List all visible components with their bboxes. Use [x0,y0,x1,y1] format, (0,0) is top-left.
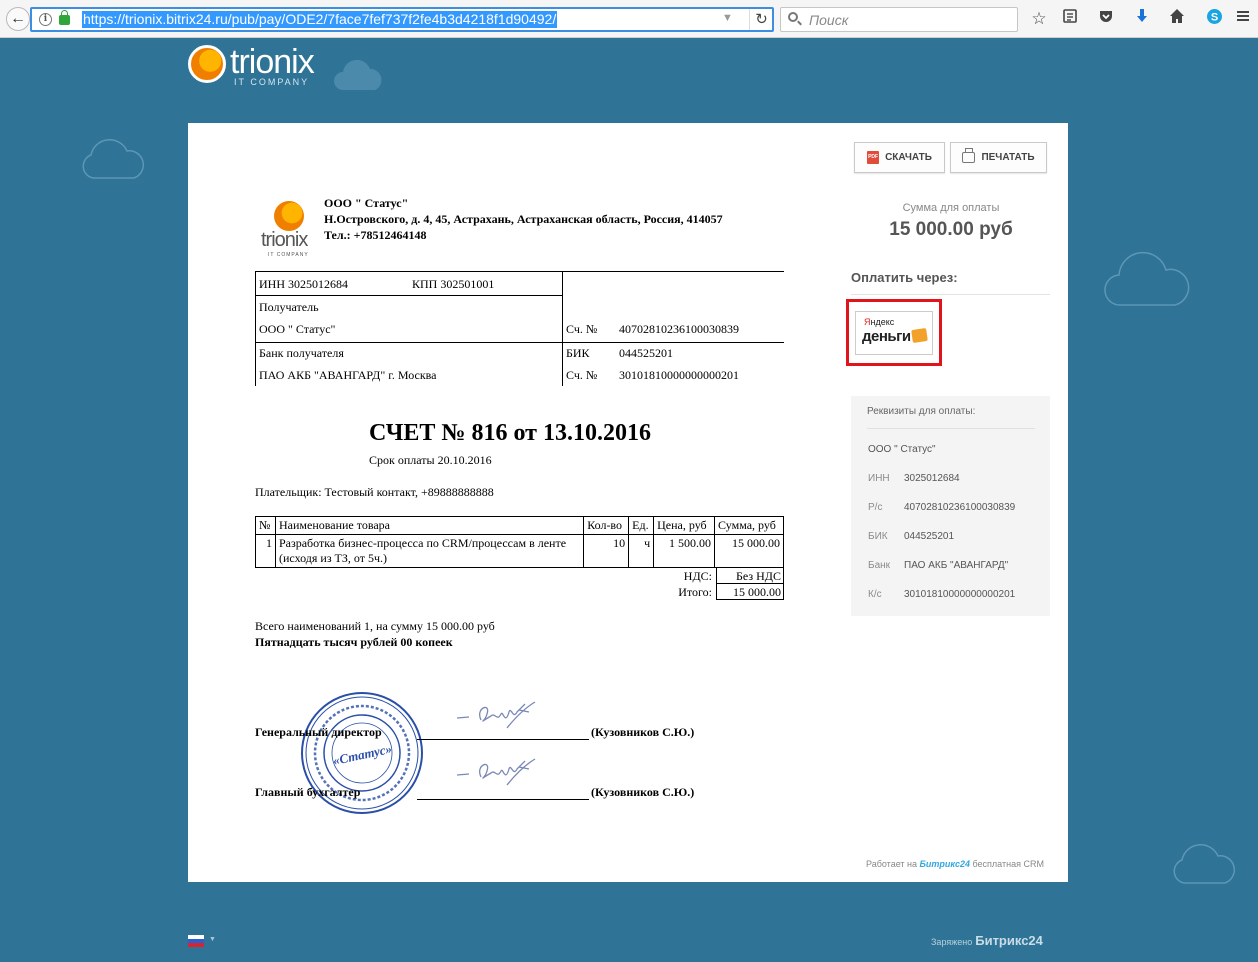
back-arrow-icon[interactable]: ← [6,7,30,31]
account-label: Сч. № [566,322,598,336]
home-icon[interactable] [1166,8,1188,30]
skype-icon[interactable]: S [1203,8,1225,30]
download-button-label: СКАЧАТЬ [885,152,932,163]
info-icon[interactable]: i [39,13,52,26]
download-button[interactable]: PDF СКАЧАТЬ [854,142,945,173]
inn: ИНН 3025012684 [259,277,348,291]
cloud-icon [82,139,145,179]
print-button-label: ПЕЧАТАТЬ [981,152,1035,163]
invoice-logo: trionix IT COMPANY [261,201,321,258]
table-row: 1 Разработка бизнес-процесса по CRM/проц… [255,534,784,568]
wallet-icon [911,328,928,343]
bik-label: БИК [566,346,590,360]
bookmark-star-icon[interactable]: ☆ [1028,8,1050,30]
accountant-name: (Кузовников С.Ю.) [591,785,695,799]
requisites-panel: Реквизиты для оплаты: ООО " Статус" ИНН 3… [851,396,1050,616]
search-bar[interactable]: Поиск [780,7,1018,32]
url-bar[interactable]: i https://trionix.bitrix24.ru/pub/pay/OD… [30,7,774,32]
logo-subtitle: IT COMPANY [234,77,310,87]
print-button[interactable]: ПЕЧАТАТЬ [950,142,1047,173]
powered-by: Работает на Битрикс24 бесплатная CRM [866,859,1044,869]
printer-icon [962,148,976,163]
recipient-label: Получатель [259,300,319,314]
yandex-logo-top: Яндекс [864,317,895,327]
bik: 044525201 [619,346,673,360]
vat-row: НДС: Без НДС [616,568,784,584]
bank-details-table: ИНН 3025012684 КПП 302501001 Получатель … [255,271,784,386]
lock-icon[interactable] [59,10,70,25]
company-info: ООО " Статус" Н.Островского, д. 4, 45, А… [324,195,723,243]
menu-icon[interactable] [1232,8,1254,30]
items-table: № Наименование товара Кол-во Ед. Цена, р… [255,516,784,568]
cloud-icon [1104,251,1190,306]
browser-toolbar: ← i https://trionix.bitrix24.ru/pub/pay/… [0,0,1258,38]
requisites-row: Р/с 40702810236100030839 [868,502,1016,513]
account: 40702810236100030839 [619,322,739,336]
total-row: Итого: 15 000.00 [616,584,784,600]
bitrix24-link[interactable]: Битрикс24 [920,859,970,869]
bank-label: Банк получателя [259,346,344,360]
trionix-logo-mark-icon [274,201,304,231]
payer: Плательщик: Тестовый контакт, +898888888… [255,485,494,499]
svg-text:S: S [1210,12,1217,24]
requisites-title: Реквизиты для оплаты: [867,406,976,417]
signature-line [417,799,589,800]
reload-icon[interactable]: ↻ [749,9,773,30]
divider [851,294,1050,295]
dropdown-arrow-icon[interactable]: ▼ [722,12,733,24]
cloud-icon [334,59,382,90]
invoice-sheet: PDF СКАЧАТЬ ПЕЧАТАТЬ Сумма для оплаты 15… [188,123,1068,882]
cloud-icon [1173,844,1236,884]
invoice-title: СЧЕТ № 816 от 13.10.2016 [369,420,651,446]
company-address: Н.Островского, д. 4, 45, Астрахань, Астр… [324,212,723,226]
requisites-row: ИНН 3025012684 [868,473,960,484]
signature-icon [456,758,536,786]
divider [867,428,1035,429]
company-name: ООО " Статус" [324,196,409,210]
signature-icon [456,701,536,729]
total-words: Пятнадцать тысяч рублей 00 копеек [255,635,453,649]
sum-value: 15 000.00 руб [889,219,1013,240]
due-date: Срок оплаты 20.10.2016 [369,453,492,467]
search-placeholder: Поиск [809,12,849,28]
search-icon [788,12,798,22]
company-phone: Тел.: +78512464148 [324,228,427,242]
director-name: (Кузовников С.Ю.) [591,725,695,739]
pay-via-label: Оплатить через: [851,270,958,285]
requisites-row: БИК 044525201 [868,531,955,542]
director-label: Генеральный директор [255,725,382,739]
total-count: Всего наименований 1, на сумму 15 000.00… [255,619,495,633]
signature-line [417,739,589,740]
yandex-money-button[interactable]: Яндекс деньги [846,299,942,366]
bank-name: ПАО АКБ "АВАНГАРД" г. Москва [259,368,437,382]
pdf-icon: PDF [867,151,880,164]
kpp: КПП 302501001 [412,277,495,291]
requisites-row: Банк ПАО АКБ "АВАНГАРД" [868,560,1009,571]
recipient: ООО " Статус" [259,322,336,336]
total-summary: Всего наименований 1, на сумму 15 000.00… [255,618,495,650]
requisites-row: К/с 30101810000000000201 [868,589,1016,600]
corr-label: Сч. № [566,368,598,382]
corr-account: 30101810000000000201 [619,368,739,382]
trionix-logo-mark-icon [188,45,226,83]
url-text[interactable]: https://trionix.bitrix24.ru/pub/pay/ODE2… [82,11,558,28]
charged-by: Заряжено Битрикс24 [931,933,1043,948]
stamp-center-text: «Статус» [332,741,394,768]
russia-flag-icon[interactable] [188,935,204,947]
sum-label: Сумма для оплаты [902,202,1000,214]
accountant-label: Главный бухгалтер [255,785,361,799]
yandex-logo-bottom: деньги [862,328,911,345]
pocket-icon[interactable] [1095,8,1117,30]
chevron-down-icon[interactable]: ▼ [209,936,216,943]
trionix-logo: trionix IT COMPANY [188,43,328,91]
table-header: № Наименование товара Кол-во Ед. Цена, р… [255,516,784,535]
yandex-money-logo[interactable]: Яндекс деньги [855,311,933,355]
requisites-company: ООО " Статус" [868,444,936,455]
bitrix24-footer-logo[interactable]: Битрикс24 [975,933,1043,948]
download-icon[interactable] [1131,8,1153,30]
reading-list-icon[interactable] [1059,8,1081,30]
